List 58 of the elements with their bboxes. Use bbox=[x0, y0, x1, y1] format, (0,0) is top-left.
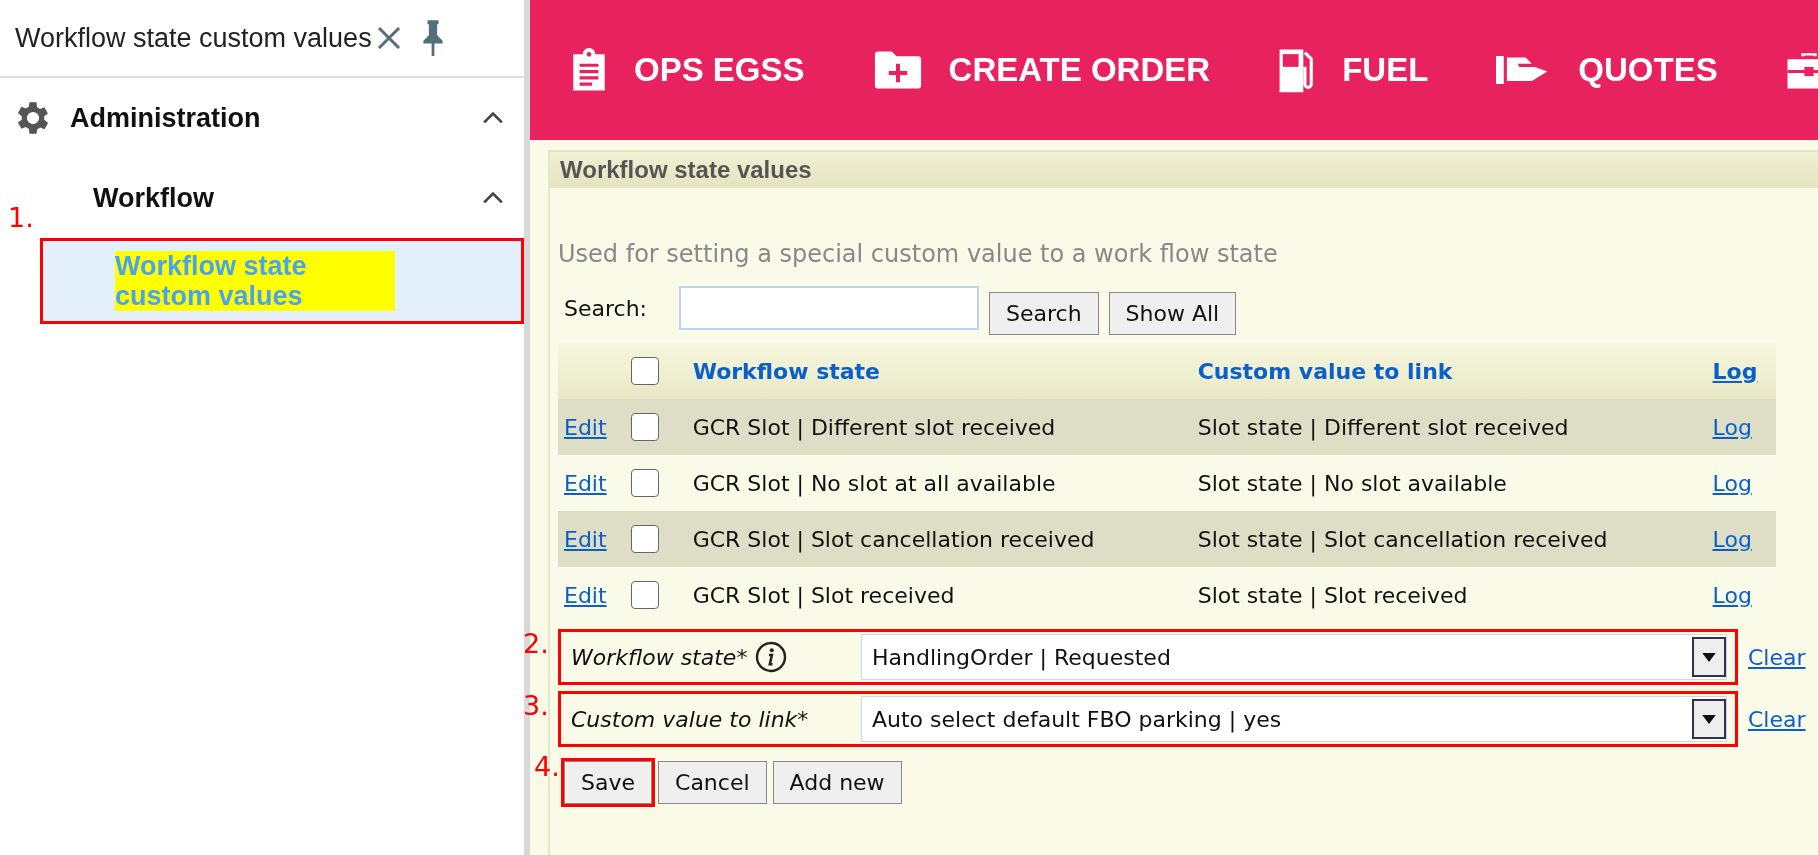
menu-subgroup-label[interactable]: Workflow bbox=[93, 182, 482, 214]
row-checkbox[interactable] bbox=[630, 413, 659, 441]
table-cell: GCR Slot | Slot cancellation received bbox=[692, 526, 1095, 552]
dropdown-field[interactable]: HandlingOrder | Requested bbox=[861, 634, 1727, 680]
clipboard-icon bbox=[570, 48, 608, 92]
step-number: 3. bbox=[523, 690, 549, 721]
search-field[interactable] bbox=[679, 286, 979, 330]
info-icon[interactable] bbox=[755, 641, 788, 673]
column-header[interactable]: Custom value to link bbox=[1197, 358, 1453, 384]
field-label: Custom value to link* bbox=[571, 706, 809, 732]
step-number: 2. bbox=[523, 628, 549, 659]
row-checkbox[interactable] bbox=[630, 469, 659, 497]
table-cell: Slot state | Different slot received bbox=[1197, 414, 1569, 440]
edit-link[interactable]: Edit bbox=[564, 470, 607, 496]
edit-link[interactable]: Edit bbox=[564, 526, 607, 552]
table-cell: Slot state | Slot received bbox=[1197, 582, 1468, 608]
table-cell: GCR Slot | Different slot received bbox=[692, 414, 1056, 440]
table-cell: Slot state | Slot cancellation received bbox=[1197, 526, 1608, 552]
search-label: Search: bbox=[564, 296, 647, 321]
form-button[interactable]: Cancel bbox=[658, 761, 767, 804]
search-button[interactable]: Search bbox=[989, 292, 1099, 335]
column-header[interactable]: Workflow state bbox=[692, 358, 881, 384]
panel-title: Workflow state values bbox=[550, 150, 1818, 188]
pin-icon[interactable] bbox=[421, 18, 444, 58]
description-text: Used for setting a special custom value to a work flow state bbox=[558, 240, 1279, 268]
log-link[interactable]: Log bbox=[1712, 526, 1752, 552]
chevron-icon[interactable] bbox=[482, 191, 504, 205]
nav-link[interactable]: QUOTES bbox=[1496, 51, 1718, 89]
step-number: 4. bbox=[534, 751, 560, 782]
clear-link[interactable]: Clear bbox=[1748, 644, 1806, 670]
row-checkbox[interactable] bbox=[630, 581, 659, 609]
nav-link[interactable]: FUEL bbox=[1278, 46, 1429, 94]
row-checkbox[interactable] bbox=[630, 525, 659, 553]
log-link[interactable]: Log bbox=[1712, 414, 1752, 440]
edit-link[interactable]: Edit bbox=[564, 582, 607, 608]
menu-item-label: Workflow state custom values bbox=[115, 251, 395, 311]
search-button[interactable]: Show All bbox=[1108, 292, 1237, 335]
chevron-icon[interactable] bbox=[482, 111, 504, 125]
form-button[interactable]: Add new bbox=[772, 761, 902, 804]
dropdown-field[interactable]: Auto select default FBO parking | yes bbox=[861, 696, 1727, 742]
nav-link[interactable]: CREATE ORDER bbox=[872, 50, 1211, 90]
table-cell: Slot state | No slot available bbox=[1197, 470, 1507, 496]
clear-link[interactable]: Clear bbox=[1748, 706, 1806, 732]
step-number: 1. bbox=[8, 202, 34, 233]
log-link[interactable]: Log bbox=[1712, 582, 1752, 608]
column-header[interactable]: Log bbox=[1712, 358, 1758, 384]
nav-link[interactable]: OPS EGSS bbox=[570, 48, 805, 92]
table-cell: GCR Slot | Slot received bbox=[692, 582, 955, 608]
menu-group-label[interactable]: Administration bbox=[70, 102, 482, 134]
form-button[interactable]: Save bbox=[564, 761, 652, 804]
table-cell: GCR Slot | No slot at all available bbox=[692, 470, 1056, 496]
briefcase-icon[interactable] bbox=[1785, 50, 1818, 90]
field-label: Workflow state* bbox=[571, 644, 748, 670]
select-all-checkbox[interactable] bbox=[630, 357, 659, 385]
sidebar-title: Workflow state custom values bbox=[15, 22, 372, 54]
edit-link[interactable]: Edit bbox=[564, 414, 607, 440]
log-link[interactable]: Log bbox=[1712, 470, 1752, 496]
folder-plus-icon bbox=[872, 50, 923, 90]
